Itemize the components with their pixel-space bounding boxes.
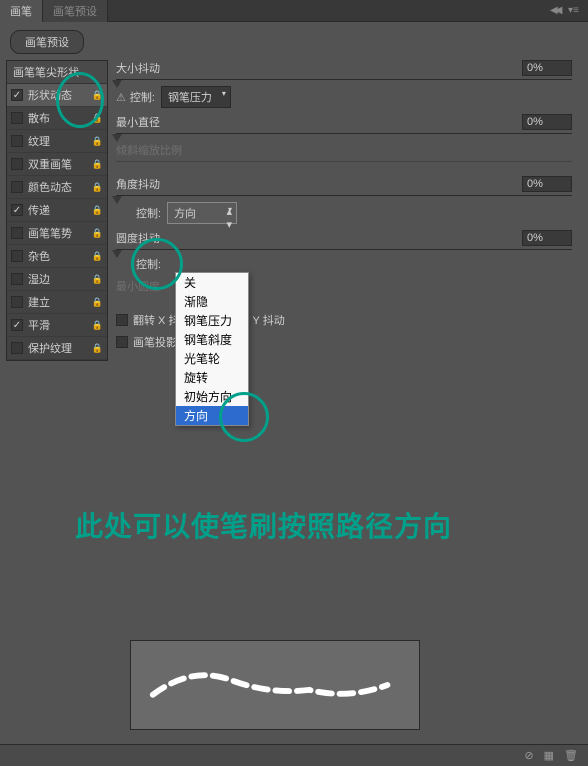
checkbox[interactable] bbox=[11, 250, 23, 262]
brush-projection-label: 画笔投影 bbox=[133, 334, 177, 350]
panel-body: 画笔预设 画笔笔尖形状 形状动态 🔒 散布 🔒 纹理 🔒 双重画笔 bbox=[0, 22, 588, 367]
min-diameter-slider[interactable] bbox=[116, 133, 572, 134]
checkbox[interactable] bbox=[11, 227, 23, 239]
annotation-text: 此处可以使笔刷按照路径方向 bbox=[75, 505, 452, 545]
control-label: 控制: bbox=[136, 256, 161, 272]
lock-icon[interactable]: 🔒 bbox=[92, 228, 103, 239]
sidebar-item-protect-texture[interactable]: 保护纹理 🔒 bbox=[7, 337, 107, 360]
min-diameter-label: 最小直径 bbox=[116, 114, 186, 130]
angle-jitter-input[interactable] bbox=[522, 176, 572, 192]
sidebar-item-shape-dynamics[interactable]: 形状动态 🔒 bbox=[7, 84, 107, 107]
sidebar-header[interactable]: 画笔笔尖形状 bbox=[7, 61, 107, 84]
lock-icon[interactable]: 🔒 bbox=[92, 251, 103, 262]
checkbox[interactable] bbox=[11, 89, 23, 101]
roundness-jitter-input[interactable] bbox=[522, 230, 572, 246]
checkbox[interactable] bbox=[11, 181, 23, 193]
new-icon[interactable]: ▦ bbox=[544, 749, 554, 762]
lock-icon[interactable]: 🔒 bbox=[92, 205, 103, 216]
checkbox[interactable] bbox=[116, 336, 128, 348]
checkbox[interactable] bbox=[116, 314, 128, 326]
min-diameter-input[interactable] bbox=[522, 114, 572, 130]
lock-icon[interactable]: 🔒 bbox=[92, 320, 103, 331]
sidebar-item-label: 纹理 bbox=[28, 133, 50, 149]
sidebar-item-smoothing[interactable]: 平滑 🔒 bbox=[7, 314, 107, 337]
dropdown-option[interactable]: 钢笔斜度 bbox=[176, 330, 248, 349]
size-jitter-input[interactable] bbox=[522, 60, 572, 76]
sidebar-item-transfer[interactable]: 传递 🔒 bbox=[7, 199, 107, 222]
angle-jitter-label: 角度抖动 bbox=[116, 176, 186, 192]
roundness-jitter-slider[interactable] bbox=[116, 249, 572, 250]
brush-preset-button[interactable]: 画笔预设 bbox=[10, 30, 84, 54]
menu-icon[interactable]: ▾≡ bbox=[568, 5, 580, 17]
tab-brush[interactable]: 画笔 bbox=[0, 0, 43, 22]
checkbox[interactable] bbox=[11, 135, 23, 147]
checkbox[interactable] bbox=[11, 319, 23, 331]
size-jitter-slider[interactable] bbox=[116, 79, 572, 80]
lock-icon[interactable]: 🔒 bbox=[92, 297, 103, 308]
sidebar-item-brush-pose[interactable]: 画笔笔势 🔒 bbox=[7, 222, 107, 245]
size-jitter-label: 大小抖动 bbox=[116, 60, 186, 76]
direction-dropdown-menu: 关 渐隐 钢笔压力 钢笔斜度 光笔轮 旋转 初始方向 方向 bbox=[175, 272, 249, 426]
lock-icon[interactable]: 🔒 bbox=[92, 136, 103, 147]
sidebar-item-color-dynamics[interactable]: 颜色动态 🔒 bbox=[7, 176, 107, 199]
lock-icon[interactable]: 🔒 bbox=[92, 113, 103, 124]
checkbox[interactable] bbox=[11, 273, 23, 285]
brush-projection[interactable]: 画笔投影 bbox=[116, 334, 177, 350]
angle-jitter-slider[interactable] bbox=[116, 195, 572, 196]
lock-icon[interactable]: 🔒 bbox=[92, 343, 103, 354]
sidebar-item-wet-edges[interactable]: 湿边 🔒 bbox=[7, 268, 107, 291]
warning-icon: ⚠ bbox=[116, 91, 126, 104]
sidebar-item-label: 平滑 bbox=[28, 317, 50, 333]
lock-icon[interactable]: 🔒 bbox=[92, 90, 103, 101]
sidebar-item-label: 形状动态 bbox=[28, 87, 72, 103]
lock-icon[interactable]: 🔒 bbox=[92, 182, 103, 193]
lock-icon[interactable]: 🔒 bbox=[92, 274, 103, 285]
dropdown-option[interactable]: 关 bbox=[176, 273, 248, 292]
checkbox[interactable] bbox=[11, 204, 23, 216]
sidebar-item-label: 传递 bbox=[28, 202, 50, 218]
sidebar-item-label: 保护纹理 bbox=[28, 340, 72, 356]
dropdown-option[interactable]: 初始方向 bbox=[176, 387, 248, 406]
dropdown-option[interactable]: 钢笔压力 bbox=[176, 311, 248, 330]
sidebar-item-label: 颜色动态 bbox=[28, 179, 72, 195]
dropdown-option[interactable]: 渐隐 bbox=[176, 292, 248, 311]
sidebar-item-label: 双重画笔 bbox=[28, 156, 72, 172]
checkbox[interactable] bbox=[11, 158, 23, 170]
control-dropdown-pen-pressure[interactable]: 钢笔压力 bbox=[161, 86, 231, 108]
sidebar-item-label: 杂色 bbox=[28, 248, 50, 264]
trash-icon[interactable]: 🗑 bbox=[564, 749, 578, 762]
lock-icon[interactable]: 🔒 bbox=[92, 159, 103, 170]
dropdown-option[interactable]: 光笔轮 bbox=[176, 349, 248, 368]
collapse-icon[interactable]: ◀◀ bbox=[550, 5, 562, 17]
tilt-scale-label: 倾斜缩放比例 bbox=[116, 142, 186, 158]
panel-header: 画笔 画笔预设 ◀◀ ▾≡ bbox=[0, 0, 588, 22]
sidebar-item-build-up[interactable]: 建立 🔒 bbox=[7, 291, 107, 314]
sidebar-item-label: 湿边 bbox=[28, 271, 50, 287]
control-label: 控制: bbox=[136, 205, 161, 221]
control-dropdown-direction[interactable]: 方向▴▾ bbox=[167, 202, 237, 224]
control-label: 控制: bbox=[130, 89, 155, 105]
sidebar-item-scattering[interactable]: 散布 🔒 bbox=[7, 107, 107, 130]
roundness-jitter-label: 圆度抖动 bbox=[116, 230, 186, 246]
toggle-icon[interactable]: ⊘ bbox=[524, 749, 533, 762]
sidebar-item-label: 画笔笔势 bbox=[28, 225, 72, 241]
checkbox[interactable] bbox=[11, 342, 23, 354]
footer-bar: ⊘ ▦ 🗑 bbox=[0, 744, 588, 766]
dropdown-option-selected[interactable]: 方向 bbox=[176, 406, 248, 425]
tab-brush-preset[interactable]: 画笔预设 bbox=[43, 0, 108, 22]
sidebar-item-noise[interactable]: 杂色 🔒 bbox=[7, 245, 107, 268]
checkbox[interactable] bbox=[11, 112, 23, 124]
sidebar-item-dual-brush[interactable]: 双重画笔 🔒 bbox=[7, 153, 107, 176]
brush-preview bbox=[130, 640, 420, 730]
dropdown-option[interactable]: 旋转 bbox=[176, 368, 248, 387]
brush-options-sidebar: 画笔笔尖形状 形状动态 🔒 散布 🔒 纹理 🔒 双重画笔 🔒 bbox=[6, 60, 108, 361]
sidebar-item-label: 建立 bbox=[28, 294, 50, 310]
checkbox[interactable] bbox=[11, 296, 23, 308]
sidebar-item-label: 散布 bbox=[28, 110, 50, 126]
sidebar-item-texture[interactable]: 纹理 🔒 bbox=[7, 130, 107, 153]
